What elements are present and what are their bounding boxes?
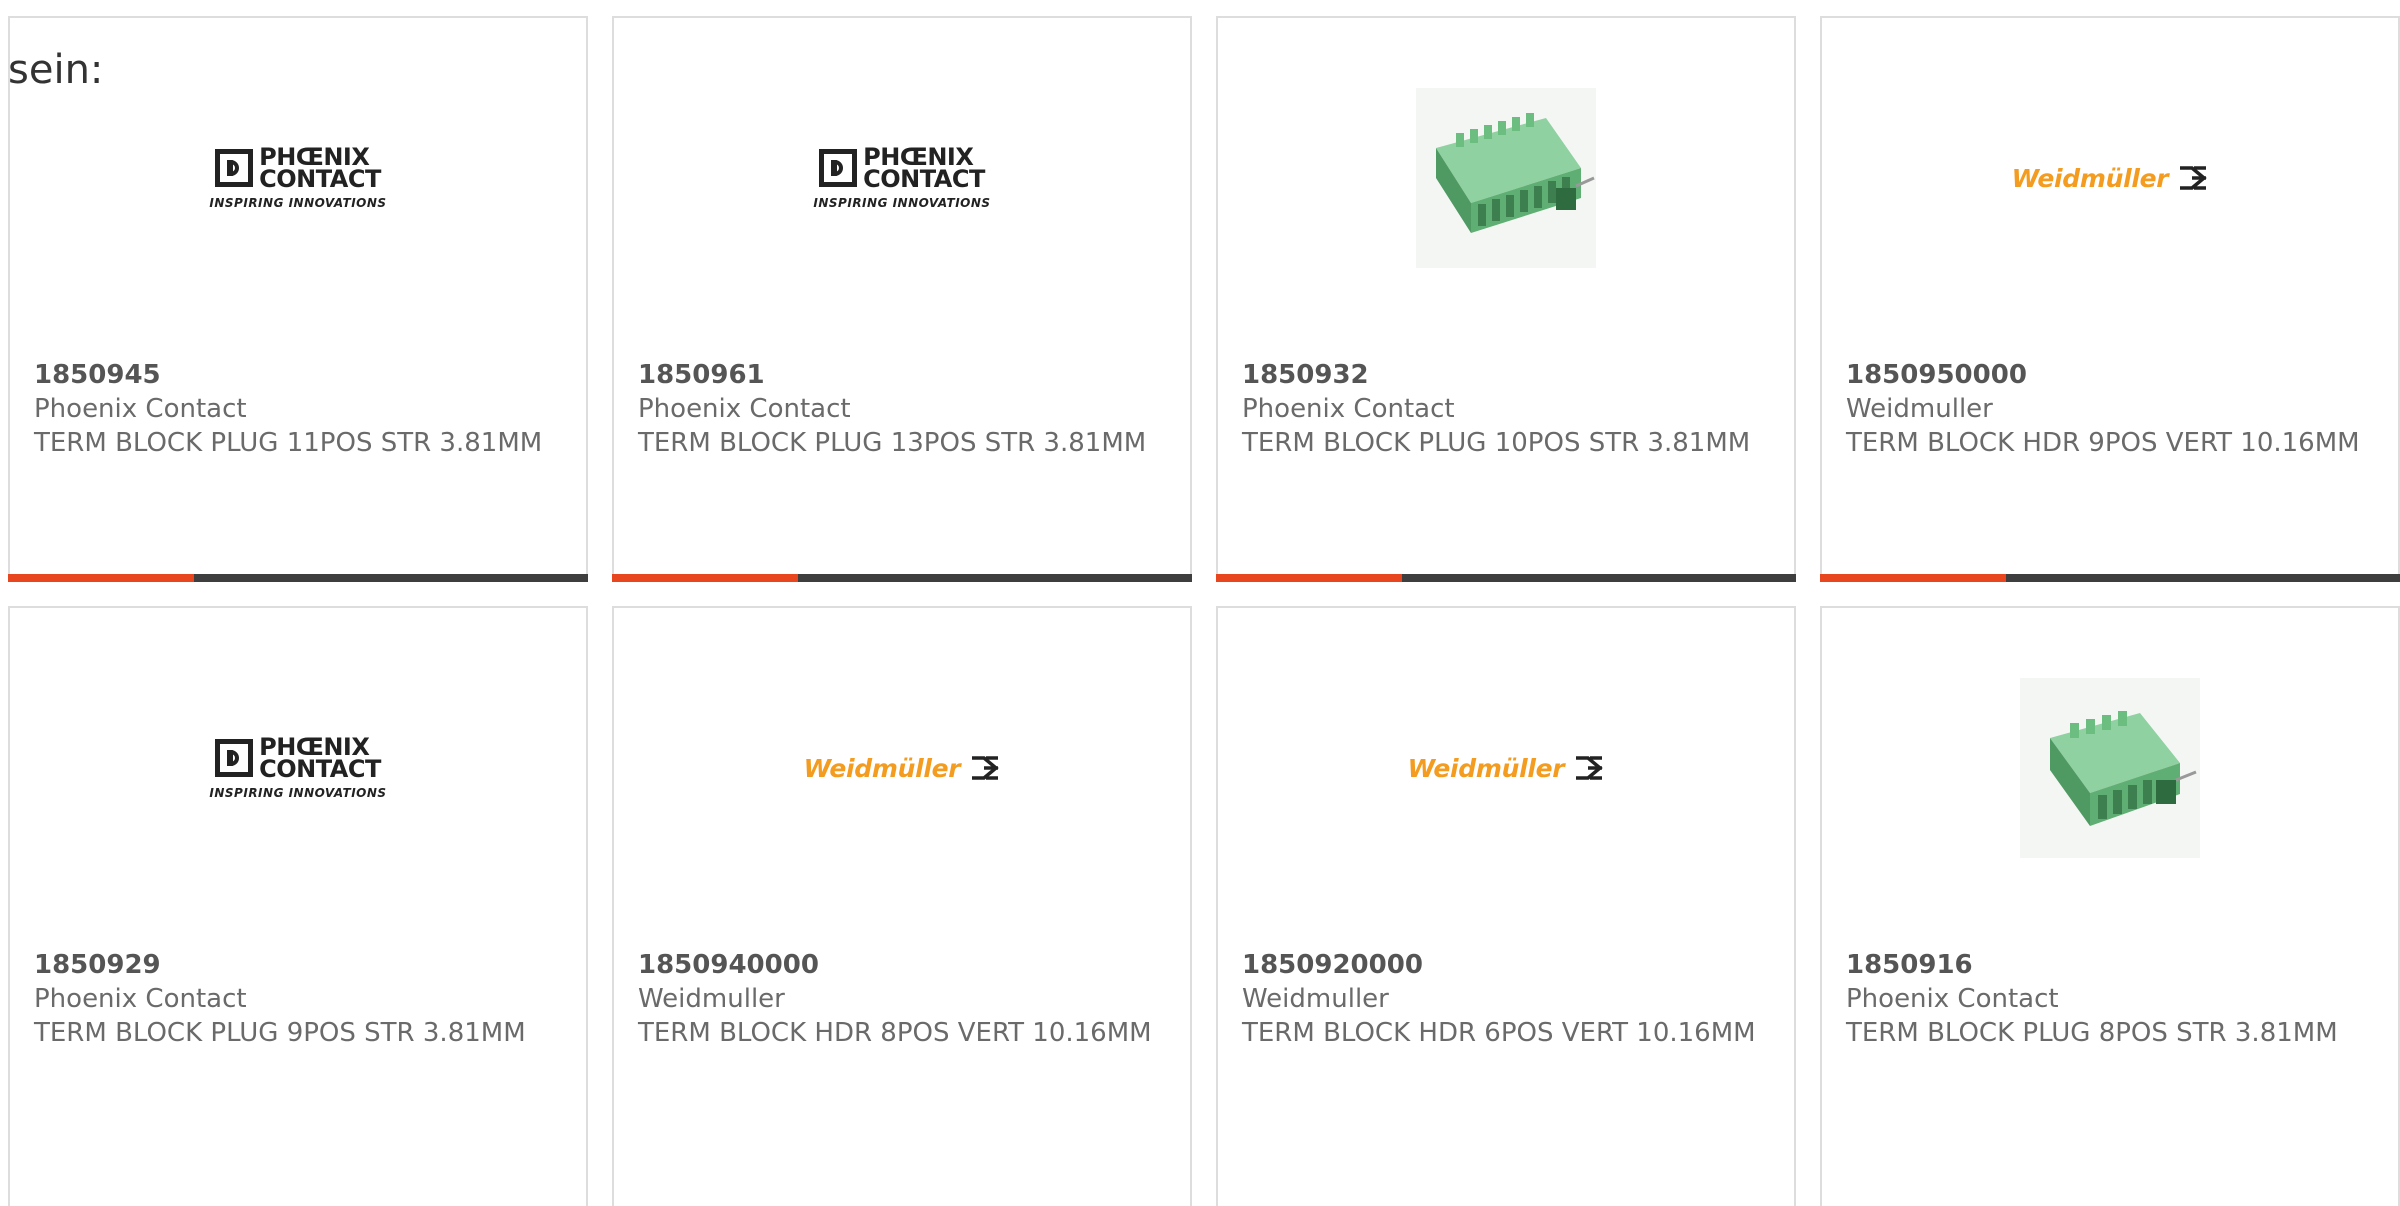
manufacturer: Phoenix Contact (1846, 984, 2059, 1014)
product-image[interactable]: Weidmüller (1218, 648, 1794, 888)
product-card[interactable]: Weidmüller 1850940000 Weidmuller TERM BL… (612, 606, 1192, 1206)
part-number[interactable]: 1850929 (34, 948, 554, 982)
description: TERM BLOCK HDR 9POS VERT 10.16MM (1846, 428, 2360, 458)
description: TERM BLOCK PLUG 10POS STR 3.81MM (1242, 428, 1751, 458)
product-info: 1850932 Phoenix Contact TERM BLOCK PLUG … (1242, 358, 1762, 460)
weidmuller-mark-icon (1576, 756, 1604, 780)
progress-bar (8, 574, 588, 582)
description: TERM BLOCK PLUG 8POS STR 3.81MM (1846, 1018, 2338, 1048)
logo-text: Weidmüller (1407, 753, 1565, 783)
product-info: 1850916 Phoenix Contact TERM BLOCK PLUG … (1846, 948, 2366, 1050)
product-card[interactable]: PHŒNIX CONTACT INSPIRING INNOVATIONS 1850… (612, 16, 1192, 582)
progress-fill (1820, 574, 2006, 582)
product-grid-row-2: PHŒNIX CONTACT INSPIRING INNOVATIONS 1850… (8, 606, 2400, 1206)
progress-bar (612, 574, 1192, 582)
product-card[interactable]: Weidmüller 1850920000 Weidmuller TERM BL… (1216, 606, 1796, 1206)
product-image[interactable]: PHŒNIX CONTACT INSPIRING INNOVATIONS (614, 58, 1190, 298)
terminal-block-photo (2020, 678, 2200, 858)
product-info: 1850929 Phoenix Contact TERM BLOCK PLUG … (34, 948, 554, 1050)
description: TERM BLOCK PLUG 11POS STR 3.81MM (34, 428, 543, 458)
description: TERM BLOCK PLUG 13POS STR 3.81MM (638, 428, 1147, 458)
manufacturer: Weidmuller (1242, 984, 1389, 1014)
logo-text: Weidmüller (2011, 163, 2169, 193)
phoenix-contact-logo: PHŒNIX CONTACT INSPIRING INNOVATIONS (209, 733, 387, 800)
part-number[interactable]: 1850961 (638, 358, 1158, 392)
product-info: 1850945 Phoenix Contact TERM BLOCK PLUG … (34, 358, 554, 460)
description: TERM BLOCK HDR 8POS VERT 10.16MM (638, 1018, 1152, 1048)
product-grid: PHŒNIX CONTACT INSPIRING INNOVATIONS 1850… (8, 16, 2400, 582)
weidmuller-logo: Weidmüller (804, 754, 1001, 783)
phoenix-contact-logo: PHŒNIX CONTACT INSPIRING INNOVATIONS (209, 143, 387, 210)
progress-bar (1216, 574, 1796, 582)
product-image[interactable]: PHŒNIX CONTACT INSPIRING INNOVATIONS (10, 648, 586, 888)
product-card[interactable]: PHŒNIX CONTACT INSPIRING INNOVATIONS 1850… (8, 16, 588, 582)
product-image[interactable] (1822, 648, 2398, 888)
part-number[interactable]: 1850916 (1846, 948, 2366, 982)
progress-fill (8, 574, 194, 582)
product-card[interactable]: 1850916 Phoenix Contact TERM BLOCK PLUG … (1820, 606, 2400, 1206)
progress-fill (1216, 574, 1402, 582)
phoenix-contact-logo: PHŒNIX CONTACT INSPIRING INNOVATIONS (813, 143, 991, 210)
intro-text: sein: (8, 47, 104, 93)
product-info: 1850940000 Weidmuller TERM BLOCK HDR 8PO… (638, 948, 1158, 1050)
description: TERM BLOCK PLUG 9POS STR 3.81MM (34, 1018, 526, 1048)
manufacturer: Weidmuller (638, 984, 785, 1014)
part-number[interactable]: 1850920000 (1242, 948, 1762, 982)
manufacturer: Phoenix Contact (34, 984, 247, 1014)
phoenix-mark-icon (215, 739, 254, 777)
manufacturer: Phoenix Contact (1242, 394, 1455, 424)
product-image[interactable] (1218, 58, 1794, 298)
weidmuller-logo: Weidmüller (1408, 754, 1605, 783)
product-card[interactable]: PHŒNIX CONTACT INSPIRING INNOVATIONS 1850… (8, 606, 588, 1206)
progress-fill (612, 574, 798, 582)
product-card[interactable]: Weidmüller 1850950000 Weidmuller TERM BL… (1820, 16, 2400, 582)
logo-tagline: INSPIRING INNOVATIONS (813, 196, 991, 210)
product-info: 1850950000 Weidmuller TERM BLOCK HDR 9PO… (1846, 358, 2366, 460)
logo-tagline: INSPIRING INNOVATIONS (209, 786, 387, 800)
phoenix-mark-icon (215, 149, 254, 187)
product-info: 1850920000 Weidmuller TERM BLOCK HDR 6PO… (1242, 948, 1762, 1050)
manufacturer: Weidmuller (1846, 394, 1993, 424)
product-card[interactable]: 1850932 Phoenix Contact TERM BLOCK PLUG … (1216, 16, 1796, 582)
logo-text: Weidmüller (803, 753, 961, 783)
progress-bar (1820, 574, 2400, 582)
terminal-block-photo (1416, 88, 1596, 268)
part-number[interactable]: 1850950000 (1846, 358, 2366, 392)
weidmuller-logo: Weidmüller (2012, 164, 2209, 193)
manufacturer: Phoenix Contact (638, 394, 851, 424)
product-info: 1850961 Phoenix Contact TERM BLOCK PLUG … (638, 358, 1158, 460)
part-number[interactable]: 1850932 (1242, 358, 1762, 392)
weidmuller-mark-icon (972, 756, 1000, 780)
phoenix-mark-icon (819, 149, 858, 187)
weidmuller-mark-icon (2180, 166, 2208, 190)
manufacturer: Phoenix Contact (34, 394, 247, 424)
part-number[interactable]: 1850940000 (638, 948, 1158, 982)
logo-tagline: INSPIRING INNOVATIONS (209, 196, 387, 210)
description: TERM BLOCK HDR 6POS VERT 10.16MM (1242, 1018, 1756, 1048)
part-number[interactable]: 1850945 (34, 358, 554, 392)
product-image[interactable]: Weidmüller (614, 648, 1190, 888)
product-image[interactable]: Weidmüller (1822, 58, 2398, 298)
